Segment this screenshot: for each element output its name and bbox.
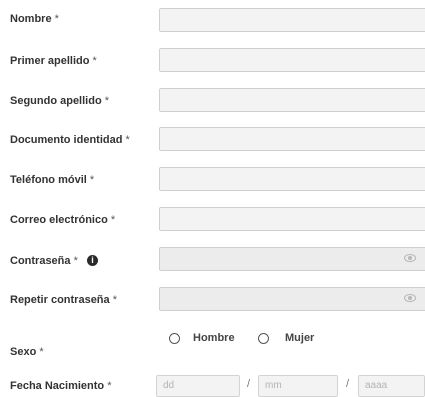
- label-correo: Correo electrónico *: [10, 214, 115, 226]
- required-mark: *: [125, 134, 130, 146]
- day-input[interactable]: dd: [156, 375, 240, 397]
- radio-label-hombre[interactable]: Hombre: [193, 332, 235, 344]
- label-documento: Documento identidad *: [10, 134, 130, 146]
- required-mark: *: [110, 214, 116, 226]
- eye-icon[interactable]: [404, 254, 416, 262]
- required-mark: *: [107, 380, 112, 392]
- required-mark: *: [92, 55, 97, 67]
- required-mark: *: [112, 294, 117, 306]
- required-mark: *: [89, 174, 95, 186]
- documento-input[interactable]: [159, 127, 425, 151]
- label-text: Nombre: [10, 13, 52, 25]
- label-fecha-nacimiento: Fecha Nacimiento *: [10, 380, 111, 392]
- nombre-input[interactable]: [159, 8, 425, 32]
- label-text: Sexo: [10, 346, 37, 358]
- required-mark: *: [54, 13, 59, 25]
- label-nombre: Nombre *: [10, 13, 59, 25]
- label-text: Documento identidad: [10, 134, 123, 146]
- telefono-input[interactable]: [159, 167, 425, 191]
- label-text: Fecha Nacimiento: [10, 380, 105, 392]
- label-contrasena: Contraseña *: [10, 255, 78, 267]
- segundo-apellido-input[interactable]: [159, 88, 425, 112]
- label-primer-apellido: Primer apellido *: [10, 55, 97, 67]
- radio-label-mujer[interactable]: Mujer: [285, 332, 314, 344]
- label-segundo-apellido: Segundo apellido *: [10, 95, 109, 107]
- label-telefono: Teléfono móvil *: [10, 174, 94, 186]
- radio-mujer[interactable]: [258, 333, 269, 344]
- eye-icon[interactable]: [404, 294, 416, 302]
- label-sexo: Sexo *: [10, 346, 44, 358]
- correo-input[interactable]: [159, 207, 425, 231]
- primer-apellido-input[interactable]: [159, 48, 425, 72]
- label-text: Contraseña: [10, 255, 71, 267]
- repetir-contrasena-input[interactable]: [159, 287, 425, 311]
- label-text: Correo electrónico: [10, 214, 108, 226]
- date-separator: /: [247, 378, 251, 390]
- date-separator: /: [346, 378, 350, 390]
- month-input[interactable]: mm: [258, 375, 338, 397]
- required-mark: *: [73, 255, 78, 267]
- required-mark: *: [39, 346, 44, 358]
- year-input[interactable]: aaaa: [358, 375, 425, 397]
- label-text: Teléfono móvil: [10, 174, 87, 186]
- required-mark: *: [104, 95, 110, 107]
- label-text: Repetir contraseña: [10, 294, 110, 306]
- label-text: Primer apellido: [10, 55, 90, 67]
- label-text: Segundo apellido: [10, 95, 102, 107]
- contrasena-input[interactable]: [159, 247, 425, 271]
- radio-hombre[interactable]: [169, 333, 180, 344]
- info-icon[interactable]: i: [87, 255, 98, 266]
- label-repetir-contrasena: Repetir contraseña *: [10, 294, 117, 306]
